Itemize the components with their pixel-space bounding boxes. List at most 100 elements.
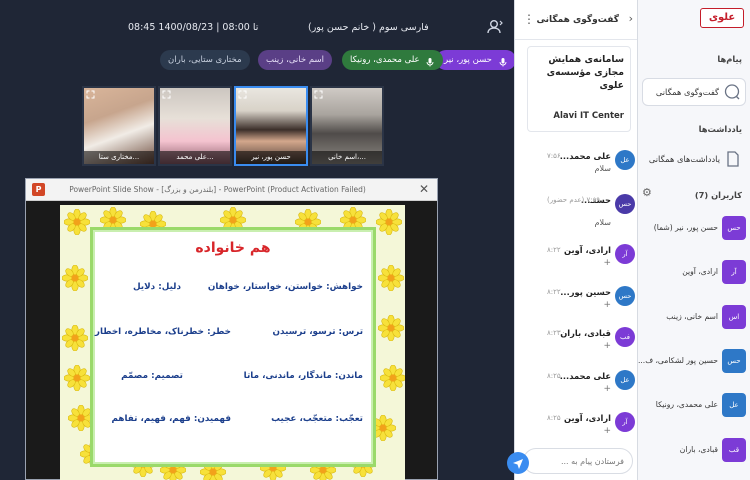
slide-stage: هم خانواده خواهش: خواستن، خواستار، خواها… (26, 201, 437, 480)
user-name: علی محمدی، رونیکا (655, 400, 718, 409)
user-list-item[interactable]: اس اسم خانی، زینب (642, 301, 748, 335)
meeting-title: فارسی سوم ( خانم حسن پور) (308, 22, 429, 33)
avatar: قب (722, 438, 746, 462)
avatar: حس (722, 216, 746, 240)
welcome-center-name: Alavi IT Center (553, 111, 624, 121)
meeting-topbar: 08:45 تا 08:00 | 1400/08/23 فارسی سوم ( … (0, 0, 514, 44)
meeting-time: 08:45 تا 08:00 | 1400/08/23 (128, 22, 259, 33)
avatar: اس (722, 305, 746, 329)
message-author: حسین پور... (560, 287, 611, 297)
chat-title: گفت‌وگوی همگانی (536, 15, 619, 25)
section-title-notes: یادداشت‌ها (698, 124, 742, 134)
message-author: قبادی، باران (560, 328, 611, 338)
slide-line: دلیل: دلایل (132, 282, 181, 292)
message-author: علی محمد... (559, 371, 611, 381)
flower-decoration (377, 264, 405, 292)
avatar: عل (615, 150, 635, 170)
user-name: حسین پور لشکامی، ف... (637, 356, 718, 365)
message-author: ارادی، آوین (564, 245, 611, 255)
talking-indicators: حسن پور، نیر علی محمدی، رونیکا اسم خانی،… (160, 50, 516, 72)
avatar: حس (722, 349, 746, 373)
slide-line: ماندن: ماندگار، ماندنی، ماتا (243, 371, 363, 381)
avatar: عل (615, 370, 635, 390)
flower-decoration (379, 364, 405, 392)
webcam-caption: اسم خانی،... (312, 151, 382, 164)
user-list-item[interactable]: عل علی محمدی، رونیکا (642, 389, 748, 423)
send-button[interactable] (507, 452, 529, 474)
message-time: ۸:۲۵ (547, 372, 561, 380)
user-list-item[interactable]: حس حسن پور، نیر (شما) (642, 212, 748, 246)
chevron-left-icon[interactable]: › (629, 12, 633, 25)
gear-icon[interactable]: ⚙ (642, 187, 654, 199)
message-author: علی محمد... (559, 151, 611, 161)
user-settings-icon[interactable] (486, 18, 504, 36)
message-time: ۷:۵۶ (547, 152, 561, 160)
user-name: حسن پور، نیر (شما) (653, 223, 718, 232)
webcam-tile[interactable]: مختاری ستا... (82, 86, 156, 166)
ppt-window-title: PowerPoint Slide Show - [بلندرمن و بزرگ]… (69, 185, 366, 194)
chat-message: آر ارادی، آوین ۸:۲۲ + (523, 244, 635, 274)
flower-decoration (61, 264, 89, 292)
message-text: سلام (594, 164, 611, 173)
avatar: حس (615, 194, 635, 214)
welcome-card: سامانه‌ی همایش مجازی مؤسسه‌ی علوی Alavi … (527, 46, 631, 132)
user-name: ارادی، آوین (682, 267, 718, 276)
slide-heading: هم خانواده (195, 240, 271, 256)
slide: هم خانواده خواهش: خواستن، خواستار، خواها… (60, 205, 405, 480)
flower-decoration (375, 208, 403, 236)
chat-bubble-icon (723, 83, 741, 101)
expand-icon[interactable] (314, 90, 323, 99)
slide-line: فهمیدن: فهم، فهیم، تفاهم (111, 414, 232, 424)
user-name: قبادی، باران (679, 445, 718, 454)
webcam-tile[interactable]: اسم خانی،... (310, 86, 384, 166)
chat-header: › گفت‌وگوی همگانی ⋮ (515, 0, 637, 40)
webcam-tile[interactable]: علی محمد... (158, 86, 232, 166)
powerpoint-window[interactable]: P PowerPoint Slide Show - [بلندرمن و بزر… (25, 178, 438, 480)
document-icon (724, 150, 742, 168)
ppt-titlebar[interactable]: P PowerPoint Slide Show - [بلندرمن و بزر… (26, 179, 437, 201)
slide-line: تعجّب: متعجّب، عجیب (271, 414, 363, 424)
user-list-item[interactable]: قب قبادی، باران (642, 434, 748, 468)
speaker-chip: حسن پور، نیر (436, 50, 516, 70)
avatar: آر (722, 260, 746, 284)
microphone-icon (425, 55, 435, 66)
speaker-chip: اسم خانی، زینب (258, 50, 332, 70)
chat-message: آر ارادی، آوین ۸:۲۵ + (523, 412, 635, 442)
meeting-area: 08:45 تا 08:00 | 1400/08/23 فارسی سوم ( … (0, 0, 516, 480)
user-list-item[interactable]: آر ارادی، آوین (642, 256, 748, 290)
brand-logo: علوی (700, 8, 744, 28)
section-title-users: کاربران (7) (694, 190, 742, 200)
shared-notes-item[interactable]: یادداشت‌های همگانی (642, 146, 746, 174)
webcam-tile[interactable]: حسن پور، نیر (234, 86, 308, 166)
webcam-caption: حسن پور، نیر (236, 151, 306, 164)
chat-message: فب قبادی، باران ۸:۲۳ + (523, 327, 635, 357)
user-sidebar: علوی پیام‌ها گفت‌وگوی همگانی یادداشت‌ها … (638, 0, 750, 480)
flower-decoration (61, 324, 89, 352)
flower-decoration (63, 364, 91, 392)
welcome-org-name: سامانه‌ی همایش مجازی مؤسسه‌ی علوی (546, 54, 624, 91)
close-icon[interactable]: ✕ (419, 182, 429, 196)
expand-icon[interactable] (238, 90, 247, 99)
shared-notes-label: یادداشت‌های همگانی (648, 154, 720, 164)
section-title-messages: پیام‌ها (717, 54, 742, 64)
chat-message: عل علی محمد... ۸:۲۵ + (523, 370, 635, 400)
chat-message-input[interactable] (532, 454, 624, 468)
more-options-icon[interactable]: ⋮ (523, 12, 535, 26)
flower-decoration (377, 314, 405, 342)
user-list-item[interactable]: حس حسین پور لشکامی، ف... (638, 345, 748, 379)
message-time: ۸:۲۳ (547, 329, 561, 337)
avatar: آر (615, 412, 635, 432)
public-chat-item[interactable]: گفت‌وگوی همگانی (642, 78, 746, 106)
speaker-chip: علی محمدی، رونیکا (342, 50, 444, 70)
webcam-caption: علی محمد... (160, 151, 230, 164)
public-chat-label: گفت‌وگوی همگانی (655, 87, 719, 97)
message-text: + (603, 341, 611, 351)
microphone-icon (498, 55, 508, 66)
expand-icon[interactable] (86, 90, 95, 99)
message-text: + (603, 300, 611, 310)
avatar: آر (615, 244, 635, 264)
expand-icon[interactable] (162, 90, 171, 99)
message-time: ۸:۲۵ (547, 414, 561, 422)
avatar: فب (615, 327, 635, 347)
chat-composer[interactable] (523, 448, 633, 474)
